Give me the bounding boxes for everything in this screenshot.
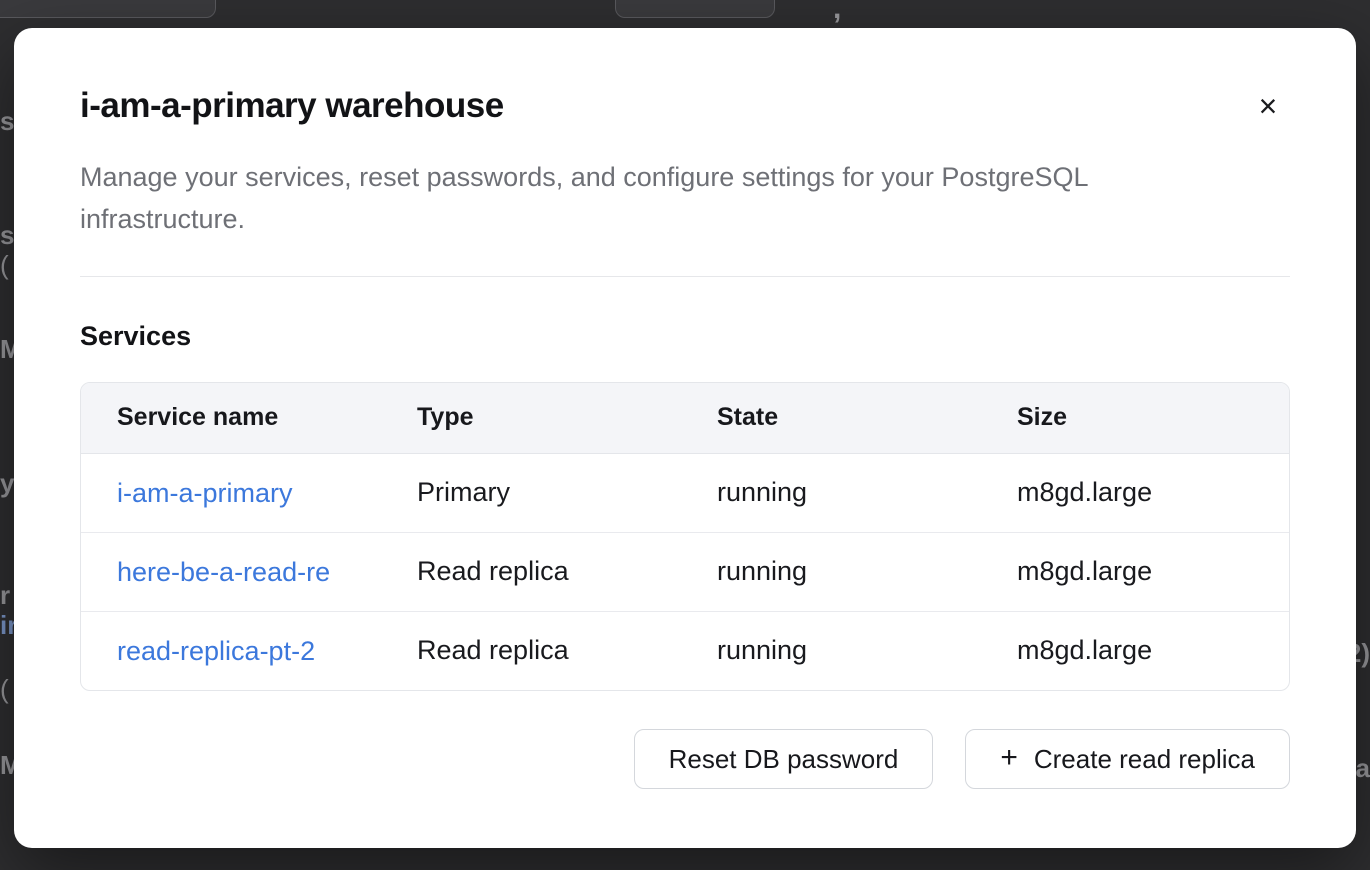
screen: st s ( M, y r ir ( M, 2) ra , i-am-a-pri… xyxy=(0,0,1370,870)
background-text-fragment: , xyxy=(833,0,841,24)
column-header-type: Type xyxy=(381,383,681,453)
service-details-modal: i-am-a-primary warehouse × Manage your s… xyxy=(14,28,1356,848)
background-text-fragment: ( xyxy=(0,252,9,278)
close-icon[interactable]: × xyxy=(1246,84,1290,128)
service-size: m8gd.large xyxy=(981,611,1289,690)
service-name-link[interactable]: read-replica-pt-2 xyxy=(117,636,315,667)
table-header-row: Service name Type State Size xyxy=(81,383,1289,453)
background-text-fragment: r xyxy=(0,582,10,608)
column-header-service-name: Service name xyxy=(81,383,381,453)
table-row: read-replica-pt-2 Read replica running m… xyxy=(81,611,1289,690)
background-text-fragment: s xyxy=(0,222,14,248)
table-row: i-am-a-primary Primary running m8gd.larg… xyxy=(81,453,1289,532)
service-size: m8gd.large xyxy=(981,453,1289,532)
create-read-replica-button[interactable]: + Create read replica xyxy=(965,729,1290,789)
service-state: running xyxy=(681,453,981,532)
reset-db-password-label: Reset DB password xyxy=(669,744,899,775)
divider xyxy=(80,276,1290,277)
modal-footer: Reset DB password + Create read replica xyxy=(80,729,1290,789)
background-ui-remnant xyxy=(615,0,775,18)
table-row: here-be-a-read-re Read replica running m… xyxy=(81,532,1289,611)
background-ui-remnant xyxy=(0,0,216,18)
service-type: Read replica xyxy=(381,611,681,690)
plus-icon: + xyxy=(1000,743,1018,773)
create-read-replica-label: Create read replica xyxy=(1034,744,1255,775)
service-state: running xyxy=(681,611,981,690)
service-name-link[interactable]: here-be-a-read-re xyxy=(117,557,330,588)
services-table: Service name Type State Size i-am-a-prim… xyxy=(80,382,1290,691)
service-type: Primary xyxy=(381,453,681,532)
reset-db-password-button[interactable]: Reset DB password xyxy=(634,729,934,789)
services-heading: Services xyxy=(80,321,1290,352)
service-size: m8gd.large xyxy=(981,532,1289,611)
service-type: Read replica xyxy=(381,532,681,611)
background-text-fragment: ( xyxy=(0,676,9,702)
modal-title: i-am-a-primary warehouse xyxy=(80,86,504,126)
modal-description: Manage your services, reset passwords, a… xyxy=(80,156,1230,240)
column-header-state: State xyxy=(681,383,981,453)
service-state: running xyxy=(681,532,981,611)
background-text-fragment: y xyxy=(0,470,14,496)
modal-header: i-am-a-primary warehouse × xyxy=(80,28,1290,128)
column-header-size: Size xyxy=(981,383,1289,453)
service-name-link[interactable]: i-am-a-primary xyxy=(117,478,293,509)
